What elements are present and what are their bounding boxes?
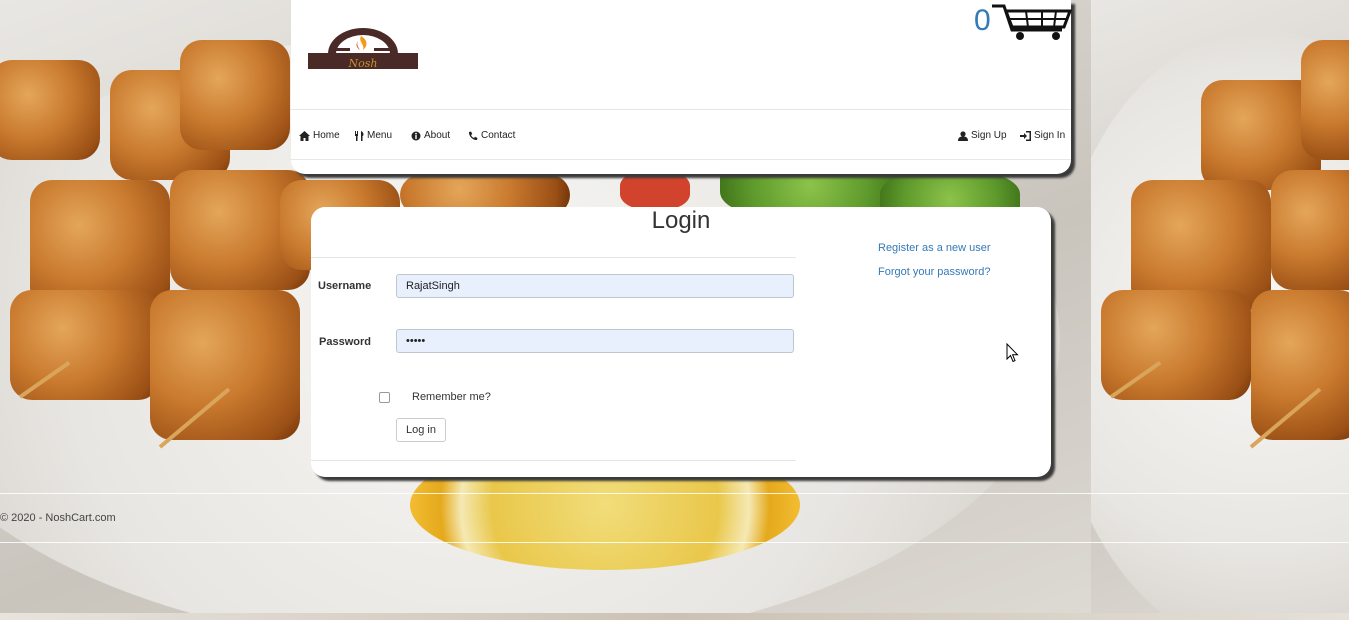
home-icon xyxy=(299,130,310,141)
nav-sign-in[interactable]: Sign In xyxy=(1020,130,1065,141)
login-card: Login Username Password Remember me? Log… xyxy=(311,207,1051,477)
background-image-repeat xyxy=(1091,0,1349,613)
divider xyxy=(311,257,796,258)
divider xyxy=(311,460,796,461)
nav-sign-up[interactable]: Sign Up xyxy=(958,130,1007,141)
footer-copyright: © 2020 - NoshCart.com xyxy=(0,512,116,524)
page-title: Login xyxy=(651,207,711,234)
svg-text:Nosh: Nosh xyxy=(348,57,378,69)
footer-divider xyxy=(0,542,1349,543)
navbar: Home Menu About Contact Sign Up Sign In xyxy=(291,109,1071,160)
bottom-strip xyxy=(0,613,1349,620)
cutlery-icon xyxy=(355,130,364,141)
nav-sign-up-label: Sign Up xyxy=(971,130,1007,141)
nav-home-label: Home xyxy=(313,130,340,141)
nav-about-label: About xyxy=(424,130,451,141)
nav-menu-label: Menu xyxy=(367,130,393,141)
cart-count[interactable]: 0 xyxy=(974,4,991,38)
header: Nosh 0 Home Menu About Contact Sign Up S… xyxy=(291,0,1073,174)
username-label: Username xyxy=(318,280,372,292)
forgot-password-link[interactable]: Forgot your password? xyxy=(878,266,991,278)
remember-me-checkbox[interactable] xyxy=(379,392,390,403)
register-link[interactable]: Register as a new user xyxy=(878,242,991,254)
brand-logo[interactable]: Nosh xyxy=(308,24,418,70)
mouse-cursor-icon xyxy=(1006,342,1019,366)
info-icon xyxy=(411,131,421,140)
nav-about[interactable]: About xyxy=(411,130,450,141)
remember-me-label[interactable]: Remember me? xyxy=(412,391,491,403)
user-icon xyxy=(958,130,968,141)
password-input[interactable] xyxy=(396,329,794,353)
nav-home[interactable]: Home xyxy=(299,130,340,141)
footer-divider xyxy=(0,493,1349,494)
shopping-cart-icon[interactable] xyxy=(990,2,1073,42)
login-title-wrap: Login xyxy=(311,207,1051,235)
nav-sign-in-label: Sign In xyxy=(1034,130,1066,141)
nav-contact[interactable]: Contact xyxy=(468,130,515,141)
password-label: Password xyxy=(319,336,371,348)
sign-in-icon xyxy=(1020,130,1031,141)
username-input[interactable] xyxy=(396,274,794,298)
nav-contact-label: Contact xyxy=(481,130,516,141)
phone-icon xyxy=(468,131,478,140)
log-in-button[interactable]: Log in xyxy=(396,418,446,442)
nav-menu[interactable]: Menu xyxy=(355,130,392,141)
